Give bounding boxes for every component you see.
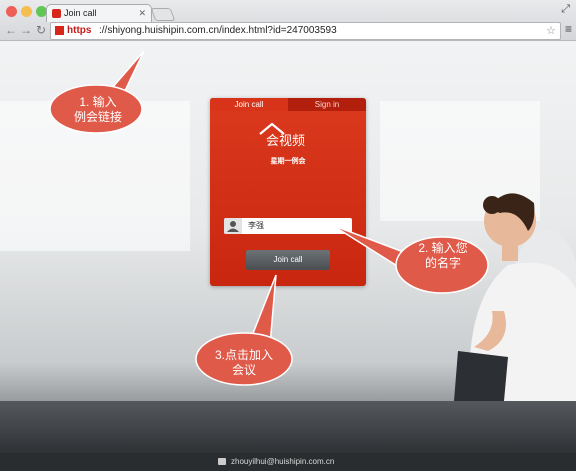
huishipin-logo: 会视频 — [259, 122, 305, 148]
login-tabs: Join call Sign in — [210, 98, 366, 111]
callout-3-text: 3.点击加入会议 — [214, 348, 273, 377]
back-arrow-icon[interactable]: ← — [5, 23, 17, 37]
floor-decoration — [0, 401, 576, 453]
minimize-window-button[interactable] — [21, 6, 32, 17]
url-text: ://shiyong.huishipin.com.cn/index.html?i… — [99, 25, 337, 36]
page-icon — [55, 26, 64, 35]
bookmark-star-icon[interactable]: ☆ — [546, 23, 556, 39]
name-input-value: 李强 — [248, 221, 264, 230]
mail-icon — [218, 458, 226, 465]
tab-join-call[interactable]: Join call — [210, 98, 288, 111]
tab-title: Join call — [64, 8, 97, 18]
browser-chrome: Join call ✕ ⤢ ← → ↻ https ://shiyong.hui… — [0, 0, 576, 41]
tab-close-icon[interactable]: ✕ — [138, 5, 146, 22]
footer-bar: zhouyilhui@huishipin.com.cn — [0, 453, 576, 471]
logo-text: 会视频 — [266, 134, 305, 148]
close-window-button[interactable] — [6, 6, 17, 17]
callout-2-text: 2. 输入您的名字 — [418, 241, 468, 270]
forward-arrow-icon[interactable]: → — [20, 23, 32, 37]
tab-sign-in[interactable]: Sign in — [288, 98, 366, 111]
favicon-icon — [52, 9, 61, 18]
footer-email[interactable]: zhouyilhui@huishipin.com.cn — [231, 453, 334, 471]
page-background: Join call Sign in 会视频 星期一例会 李强 Join call… — [0, 41, 576, 453]
browser-tab[interactable]: Join call ✕ — [46, 4, 152, 22]
user-icon — [224, 218, 242, 234]
callout-1-text: 1. 输入例会链接 — [74, 95, 123, 124]
reload-icon[interactable]: ↻ — [36, 23, 46, 37]
address-bar[interactable]: https ://shiyong.huishipin.com.cn/index.… — [50, 22, 561, 40]
new-tab-button[interactable] — [150, 8, 176, 21]
menu-icon[interactable]: ≡ — [565, 22, 572, 36]
fullscreen-icon[interactable]: ⤢ — [561, 3, 570, 16]
url-scheme: https — [67, 25, 92, 36]
join-call-button[interactable]: Join call — [246, 250, 330, 270]
meeting-name: 星期一例会 — [270, 158, 306, 165]
